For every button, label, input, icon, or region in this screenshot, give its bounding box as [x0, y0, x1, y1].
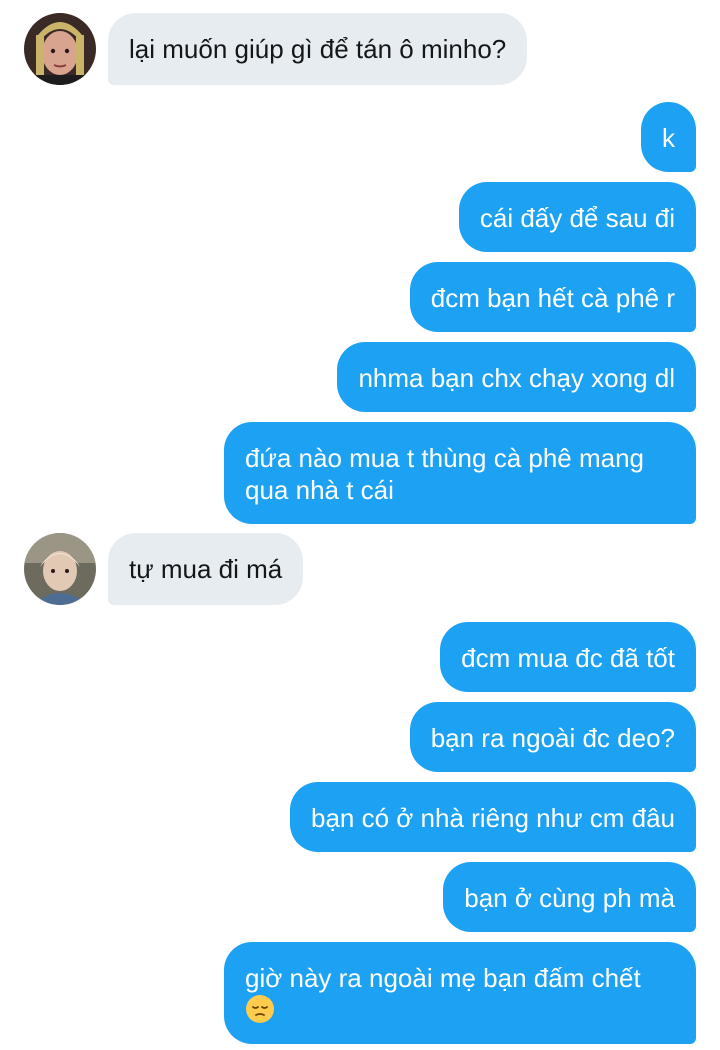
avatar[interactable] — [24, 533, 96, 605]
message-bubble[interactable]: lại muốn giúp gì để tán ô minho? — [108, 13, 528, 85]
message-text: đcm bạn hết cà phê r — [430, 283, 675, 313]
message-bubble[interactable]: k — [641, 102, 696, 172]
message-text: bạn ra ngoài đc deo? — [430, 723, 675, 753]
message-bubble[interactable]: giờ này ra ngoài mẹ bạn đấm chết — [224, 942, 696, 1044]
message-bubble[interactable]: đứa nào mua t thùng cà phê mang qua nhà … — [224, 422, 696, 524]
message-text: tự mua đi má — [129, 554, 283, 584]
message-text: lại muốn giúp gì để tán ô minho? — [129, 34, 507, 64]
avatar[interactable] — [24, 13, 96, 85]
message-bubble[interactable]: nhma bạn chx chạy xong dl — [337, 342, 696, 412]
message-text: bạn ở cùng ph mà — [464, 883, 675, 913]
message-bubble[interactable]: tự mua đi má — [108, 533, 304, 605]
message-bubble[interactable]: đcm bạn hết cà phê r — [409, 262, 696, 332]
message-text: cái đấy để sau đi — [479, 203, 675, 233]
message-bubble[interactable]: cái đấy để sau đi — [458, 182, 696, 252]
chat-thread: lại muốn giúp gì để tán ô minho? k cái đ… — [0, 0, 720, 1050]
message-bubble[interactable]: bạn ở cùng ph mà — [443, 862, 696, 932]
pensive-face-emoji-icon — [245, 994, 275, 1024]
message-text: bạn có ở nhà riêng như cm đâu — [310, 803, 675, 833]
message-text: đứa nào mua t thùng cà phê mang qua nhà … — [245, 443, 645, 505]
message-bubble[interactable]: đcm mua đc đã tốt — [440, 622, 696, 692]
message-bubble[interactable]: bạn ra ngoài đc deo? — [409, 702, 696, 772]
message-text: nhma bạn chx chạy xong dl — [358, 363, 675, 393]
message-text: k — [662, 123, 675, 153]
message-text: giờ này ra ngoài mẹ bạn đấm chết — [245, 963, 641, 993]
message-bubble[interactable]: bạn có ở nhà riêng như cm đâu — [289, 782, 696, 852]
message-text: đcm mua đc đã tốt — [461, 643, 675, 673]
